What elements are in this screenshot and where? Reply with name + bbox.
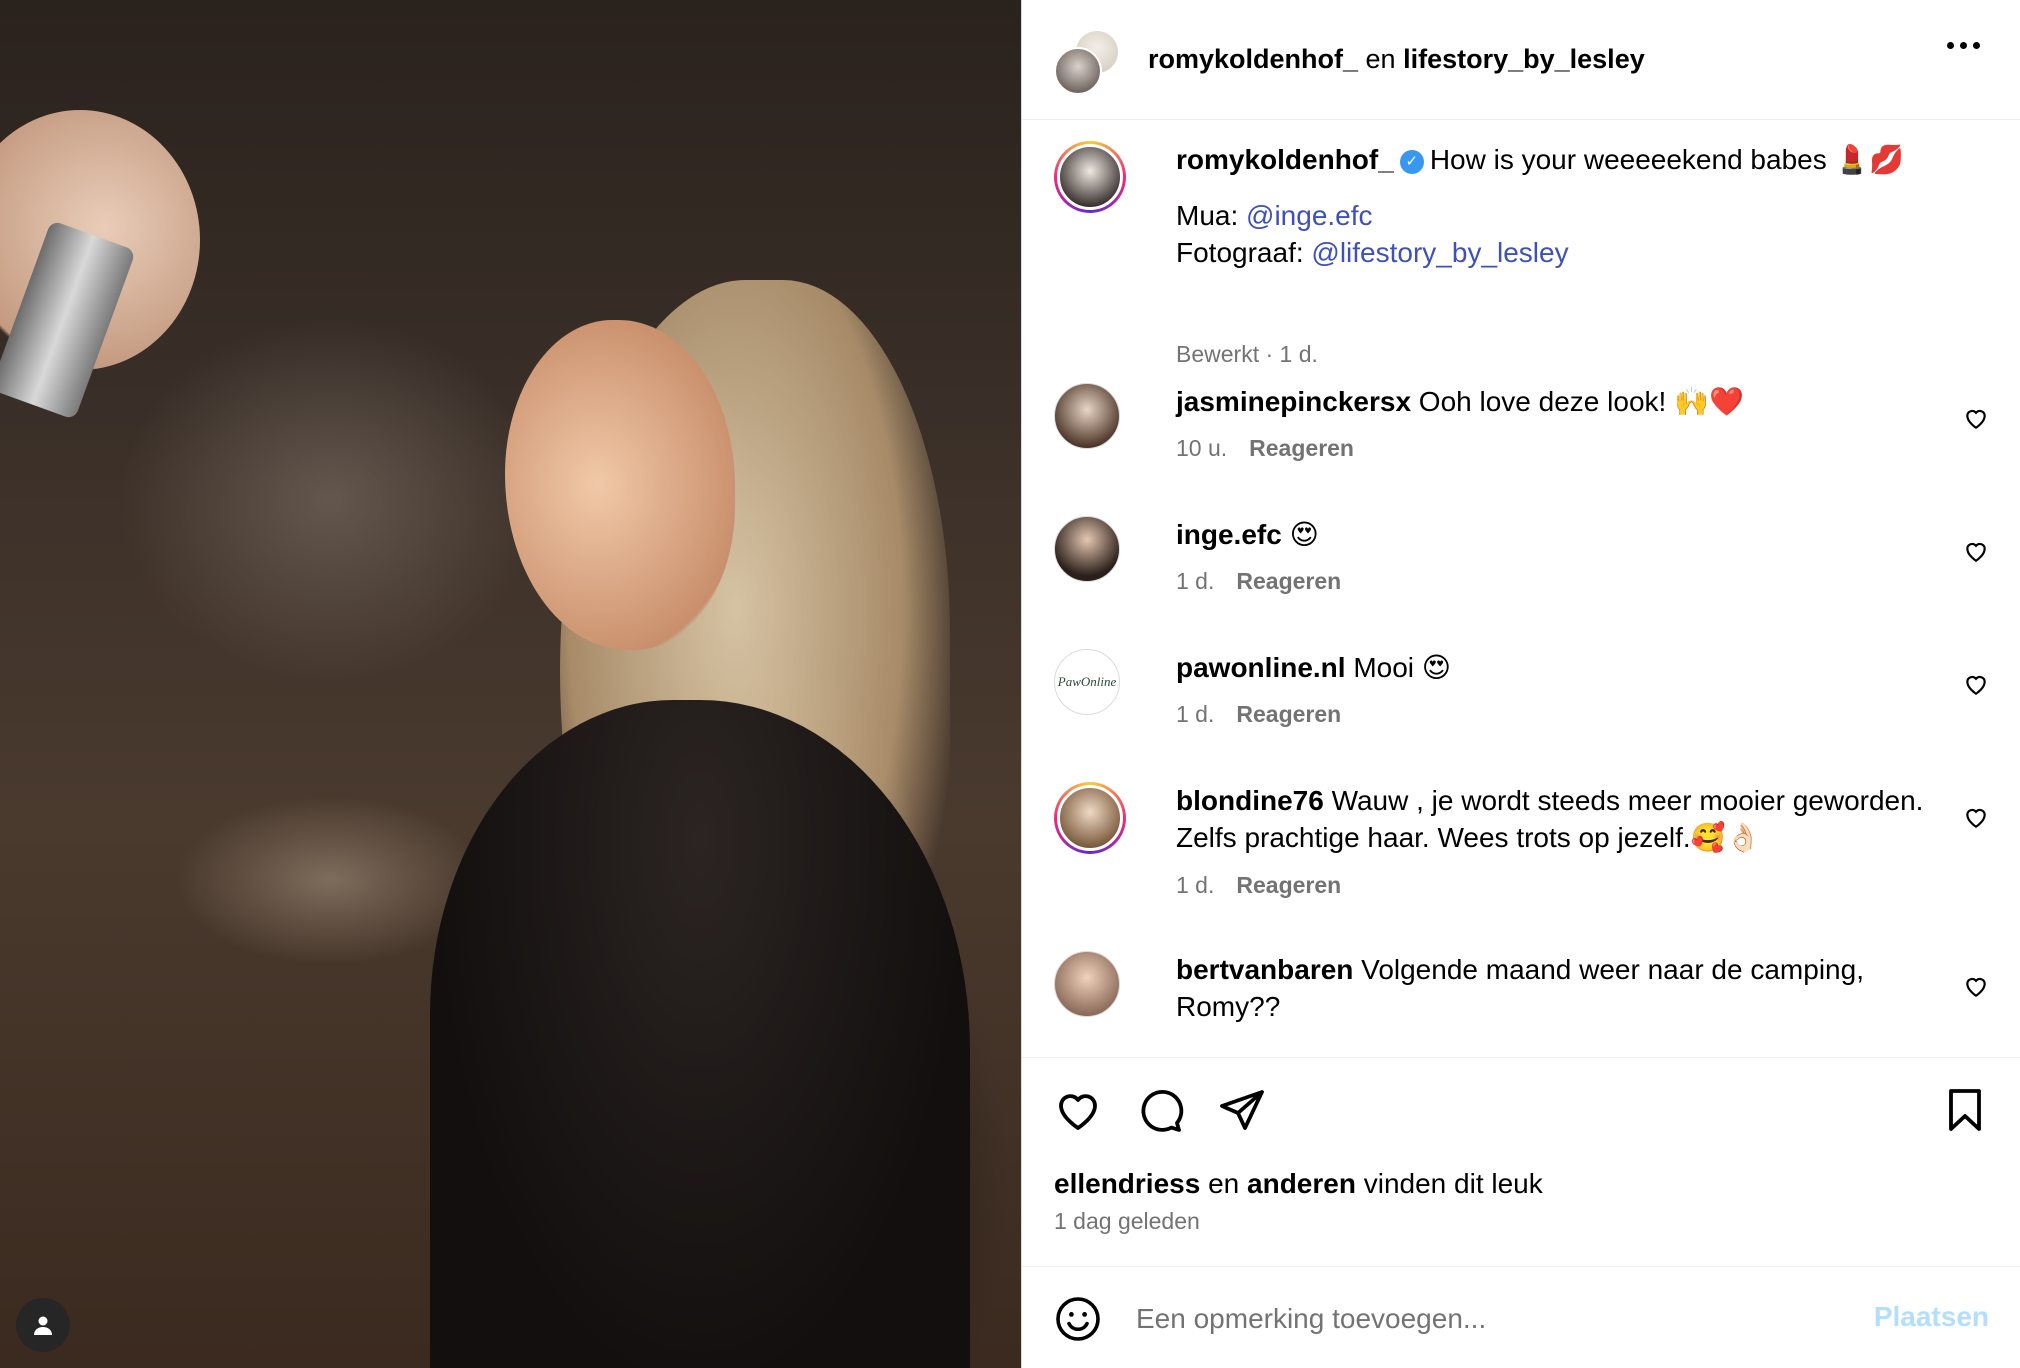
mention-link[interactable]: @lifestory_by_lesley [1311,237,1568,268]
author-link-2[interactable]: lifestory_by_lesley [1403,44,1645,74]
comment-text: blondine76 Wauw , je wordt steeds meer m… [1176,782,1929,856]
photographer-label: Fotograaf: [1176,237,1312,268]
comment-username[interactable]: inge.efc [1176,519,1282,550]
reply-button[interactable]: Reageren [1236,872,1341,898]
comments-list[interactable]: romykoldenhof_ ✓ How is your weeeeekend ba… [1022,121,2020,1057]
comment-input[interactable] [1134,1293,1818,1345]
post-time[interactable]: 1 dag geleden [1054,1208,1200,1235]
caption-text: romykoldenhof_ ✓ How is your weeeeekend ba… [1176,141,1929,271]
comment-meta: 10 u. Reageren [1176,435,1354,462]
comment-bubble-icon[interactable] [1136,1086,1184,1134]
likes-suffix: vinden dit leuk [1355,1168,1543,1199]
comment-row: PawOnline pawonline.nl Mooi 😍 1 d. Reager… [1054,649,1989,759]
post-header: romykoldenhof_ en lifestory_by_lesley [1022,0,2020,120]
like-comment-heart-icon[interactable] [1963,671,1989,697]
post-panel: romykoldenhof_ en lifestory_by_lesley ro… [1021,0,2020,1368]
avatar[interactable]: PawOnline [1054,649,1120,715]
like-comment-heart-icon[interactable] [1963,804,1989,830]
reply-button[interactable]: Reageren [1236,568,1341,594]
avatar[interactable] [1054,516,1120,582]
comment-text: jasminepinckersx Ooh love deze look! 🙌❤️ [1176,383,1929,420]
likes-summary: ellendriess en anderen vinden dit leuk [1054,1168,1543,1200]
comment-meta: 1 d. Reageren [1176,701,1341,728]
comment-row: bertvanbaren Volgende maand weer naar de… [1054,951,1989,1057]
comment-username[interactable]: blondine76 [1176,785,1324,816]
comment-time: 1 d. [1176,568,1215,594]
more-options-button[interactable] [1947,42,1980,49]
like-comment-heart-icon[interactable] [1963,973,1989,999]
comment-username[interactable]: pawonline.nl [1176,652,1346,683]
comment-body: 😍 [1281,519,1319,550]
avatar[interactable] [1054,951,1120,1017]
liker-link[interactable]: ellendriess [1054,1168,1200,1199]
authors-connector: en [1358,44,1404,74]
comment-meta: 1 d. Reageren [1176,872,1341,899]
like-comment-heart-icon[interactable] [1963,405,1989,431]
add-comment-bar: Plaatsen [1022,1266,2020,1368]
comment-text: pawonline.nl Mooi 😍 [1176,649,1929,686]
comment-time: 1 d. [1176,701,1215,727]
likes-connector: en [1200,1168,1248,1199]
comment-row: inge.efc 😍 1 d. Reageren [1054,516,1989,626]
face-shape [505,320,735,650]
mua-label: Mua: [1176,200,1247,231]
caption: romykoldenhof_ ✓ How is your weeeeekend ba… [1054,141,1989,367]
collab-avatars[interactable] [1054,28,1120,95]
post-photo[interactable] [0,0,1021,1368]
comment-time: 10 u. [1176,435,1228,461]
tagged-users-button[interactable] [16,1298,70,1352]
avatar-logo-text: PawOnline [1057,674,1117,689]
avatar[interactable] [1054,141,1126,213]
reply-button[interactable]: Reageren [1249,435,1354,461]
robe-shape [430,700,970,1368]
post-actions: ellendriess en anderen vinden dit leuk 1… [1022,1057,2020,1266]
comment-body: Ooh love deze look! 🙌❤️ [1411,386,1744,417]
post-authors: romykoldenhof_ en lifestory_by_lesley [1148,44,1645,75]
avatar [1054,46,1102,95]
author-link-1[interactable]: romykoldenhof_ [1148,44,1358,74]
comment-body: Mooi 😍 [1345,652,1451,683]
caption-meta: Bewerkt · 1 d. [1176,341,1318,367]
comment-text: bertvanbaren Volgende maand weer naar de… [1176,951,1929,1025]
bookmark-save-icon[interactable] [1941,1086,1989,1134]
comment-row: jasminepinckersx Ooh love deze look! 🙌❤️… [1054,383,1989,493]
caption-body: How is your weeeeekend babes 💄💋 [1429,144,1905,175]
comment-username[interactable]: jasminepinckersx [1176,386,1411,417]
mention-link[interactable]: @inge.efc [1246,200,1373,231]
like-heart-icon[interactable] [1054,1086,1102,1134]
reply-button[interactable]: Reageren [1236,701,1341,727]
verified-badge-icon: ✓ [1399,149,1424,174]
comment-username[interactable]: bertvanbaren [1176,954,1353,985]
emoji-icon[interactable] [1054,1295,1102,1343]
post-comment-button[interactable]: Plaatsen [1874,1301,1989,1333]
share-send-icon[interactable] [1218,1086,1266,1134]
comment-row: blondine76 Wauw , je wordt steeds meer m… [1054,782,1989,932]
others-link[interactable]: anderen [1247,1168,1356,1199]
comment-text: inge.efc 😍 [1176,516,1929,553]
comment-meta: 1 d. Reageren [1176,568,1341,595]
user-icon [34,1316,52,1335]
comment-time: 1 d. [1176,872,1215,898]
avatar[interactable] [1054,782,1126,854]
like-comment-heart-icon[interactable] [1963,538,1989,564]
caption-username[interactable]: romykoldenhof_ [1176,144,1394,175]
avatar[interactable] [1054,383,1120,449]
